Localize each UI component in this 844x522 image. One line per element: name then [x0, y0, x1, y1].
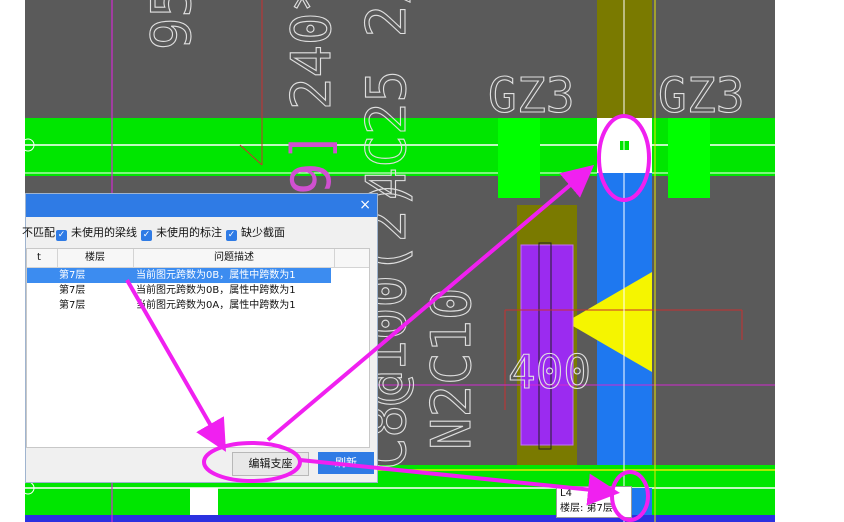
checkbox-checked-icon[interactable]: ✓ [141, 230, 152, 241]
white-block-bottom [190, 488, 218, 515]
close-icon[interactable]: × [359, 196, 371, 214]
cell-floor: 第7层 [59, 270, 86, 281]
gz3-right-label: GZ3 [658, 68, 745, 124]
cell-description: 当前图元跨数为0B，属性中跨数为1 [136, 285, 296, 296]
element-tooltip: L4 楼层: 第7层 [556, 486, 632, 518]
gz3-left-label: GZ3 [488, 68, 575, 124]
column-header-description[interactable]: 问题描述 [134, 249, 335, 267]
stirrup-label: N2C10 [420, 287, 483, 450]
filter-label: 缺少截面 [241, 226, 285, 239]
refresh-button[interactable]: 刷新 [318, 452, 374, 474]
column-marker-left[interactable] [498, 118, 540, 198]
table-row[interactable]: 第7层 当前图元跨数为0A，属性中跨数为1 [27, 298, 331, 313]
tooltip-floor: 楼层: 第7层 [560, 503, 613, 514]
checkbox-checked-icon[interactable]: ✓ [226, 230, 237, 241]
beam-size-label: 240*50 [280, 0, 343, 110]
cell-floor: 第7层 [59, 300, 86, 311]
check-dialog[interactable]: × 不匹配 ✓ 未使用的梁线 ✓ 未使用的标注 ✓ 缺少截面 t 楼层 问题描述 第7… [22, 193, 378, 483]
beam-rebar-label: 4C25 2/2 [355, 0, 418, 200]
filter-mismatch[interactable]: 不匹配 [22, 225, 55, 241]
dim-95-label: 95 [140, 0, 203, 50]
filter-label: 未使用的标注 [156, 226, 222, 239]
cell-description: 当前图元跨数为0A，属性中跨数为1 [136, 300, 296, 311]
dialog-title-bar[interactable]: × [26, 194, 377, 217]
edit-support-button[interactable]: 编辑支座 [232, 452, 309, 476]
span-count-label: 9] [280, 130, 343, 195]
checkbox-checked-icon[interactable]: ✓ [56, 230, 67, 241]
column-header-floor[interactable]: 楼层 [57, 249, 134, 267]
tooltip-line-1: L4 [560, 488, 572, 499]
table-row[interactable]: 第7层 当前图元跨数为0B，属性中跨数为1 [27, 283, 331, 298]
column-marker-right[interactable] [668, 118, 710, 198]
table-row[interactable]: 第7层 当前图元跨数为0B，属性中跨数为1 [27, 268, 331, 283]
table-header: t 楼层 问题描述 [27, 249, 369, 268]
filter-unused-beam-lines[interactable]: ✓ 未使用的梁线 [56, 225, 137, 241]
problem-table[interactable]: t 楼层 问题描述 第7层 当前图元跨数为0B，属性中跨数为1 第7层 当前图元… [26, 248, 370, 448]
column-header[interactable]: t [21, 249, 58, 267]
filter-unused-annotations[interactable]: ✓ 未使用的标注 [141, 225, 222, 241]
blue-strip-bottom [25, 515, 775, 522]
filter-label: 不匹配 [22, 226, 55, 239]
filter-missing-section[interactable]: ✓ 缺少截面 [226, 225, 285, 241]
cell-description: 当前图元跨数为0B，属性中跨数为1 [136, 270, 296, 281]
dim-400-label: 400 [508, 345, 591, 399]
filter-label: 未使用的梁线 [71, 226, 137, 239]
cell-floor: 第7层 [59, 285, 86, 296]
